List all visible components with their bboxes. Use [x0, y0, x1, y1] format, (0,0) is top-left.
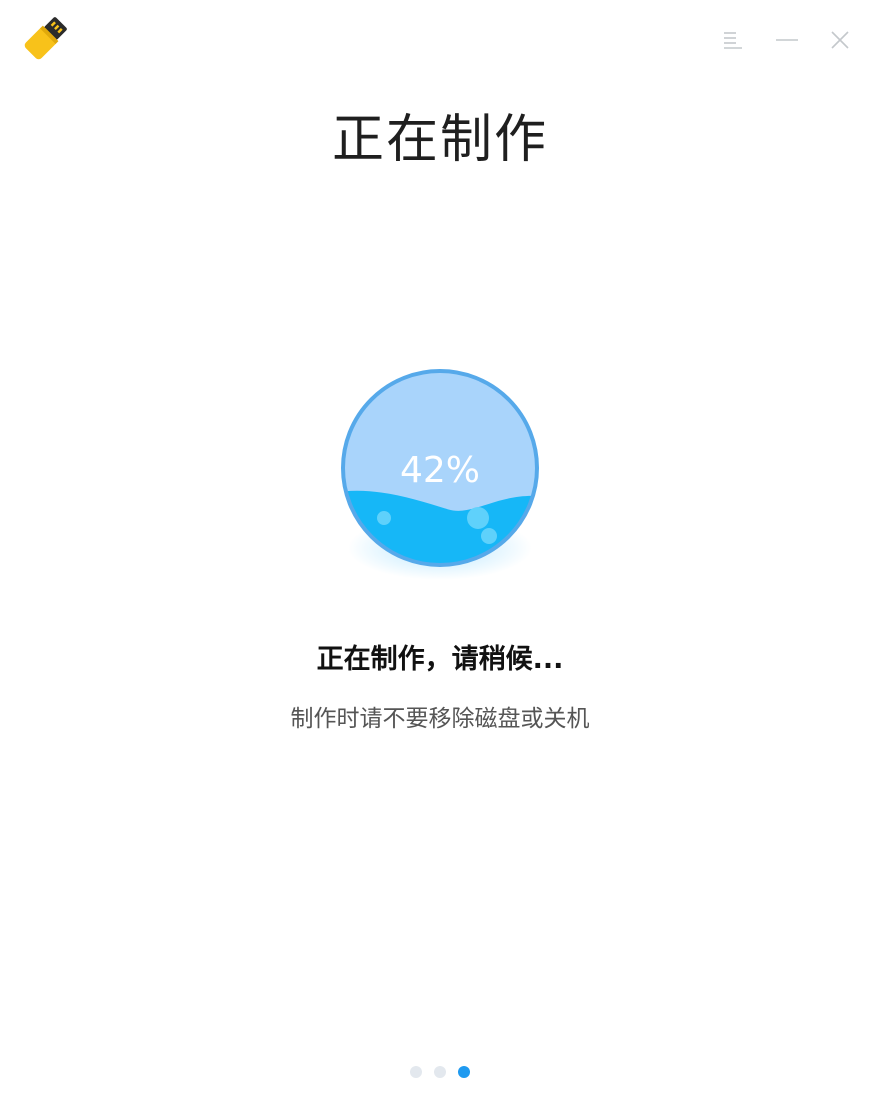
title-bar	[0, 0, 880, 80]
minimize-icon	[776, 39, 798, 41]
close-button[interactable]	[822, 22, 858, 58]
page-title: 正在制作	[331, 110, 548, 170]
menu-icon	[724, 32, 742, 49]
progress-globe: 42%	[330, 358, 550, 598]
bubble	[481, 528, 497, 544]
page-dot-1[interactable]	[410, 1066, 422, 1078]
page-dot-3[interactable]	[458, 1066, 470, 1078]
status-text: 正在制作，请稍候...	[316, 644, 564, 675]
menu-button[interactable]	[715, 22, 751, 58]
bubble	[377, 511, 391, 525]
progress-percent: 42%	[400, 450, 480, 491]
close-icon	[831, 31, 849, 49]
page-indicator	[0, 1066, 880, 1082]
minimize-button[interactable]	[769, 22, 805, 58]
usb-drive-icon	[20, 14, 70, 64]
bubble	[467, 507, 489, 529]
hint-text: 制作时请不要移除磁盘或关机	[290, 706, 590, 732]
page-dot-2[interactable]	[434, 1066, 446, 1078]
app-window: 正在制作 42% 正在制作，请稍候... 制作时请不要移除磁盘或关机	[0, 0, 880, 1100]
